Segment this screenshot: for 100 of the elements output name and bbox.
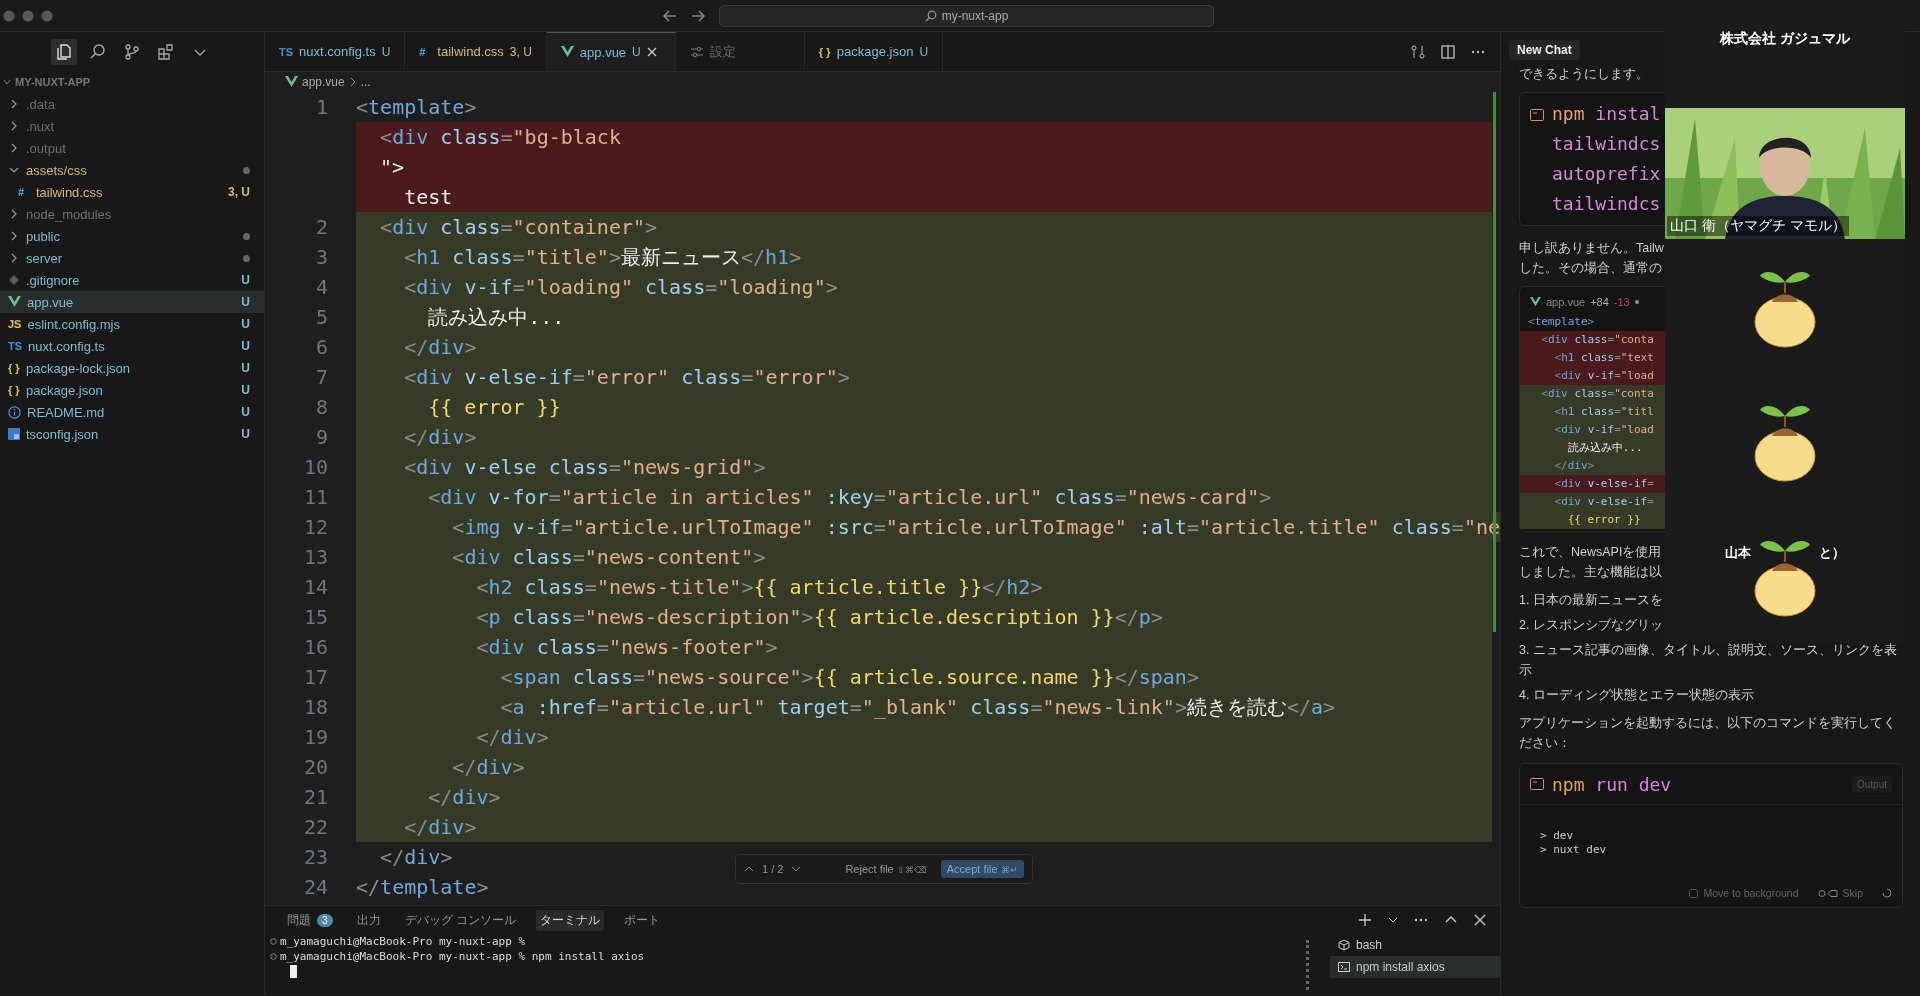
chat-text: した。その場合、通常の xyxy=(1519,260,1662,277)
caret-up-icon[interactable] xyxy=(744,865,754,873)
code-line: test xyxy=(403,184,453,211)
file-tree-item[interactable]: README.md U xyxy=(0,401,264,423)
file-tree-item[interactable]: tsconfig.json U xyxy=(0,423,264,445)
skip-keys-icon xyxy=(1817,888,1838,898)
close-icon[interactable] xyxy=(1474,914,1486,926)
panel-tab[interactable]: ターミナル xyxy=(535,909,604,931)
editor-tab[interactable]: 設定 xyxy=(675,32,805,71)
line-number: 6 xyxy=(315,335,328,359)
panel-tab[interactable]: 問題 3 xyxy=(283,909,337,931)
line-number: 16 xyxy=(303,635,328,659)
code-line: </template> xyxy=(356,874,489,901)
file-tree-item[interactable]: app.vue U xyxy=(0,291,264,313)
editor-tab[interactable]: { } package.json U xyxy=(804,32,944,71)
line-number: 10 xyxy=(303,455,328,479)
editor-tab[interactable]: # tailwind.css 3, U xyxy=(405,32,547,71)
code-line: <span class="news-source">{{ article.source.name }}</span> xyxy=(499,664,1199,691)
code-line: autoprefix xyxy=(1552,162,1661,186)
list-item: 3. ニュース記事の画像、タイトル、説明文、ソース、リンクを表示 xyxy=(1519,642,1898,679)
participant-name: 山本 xyxy=(1725,543,1751,562)
explorer-title: MY-NUXT-APP xyxy=(15,76,91,88)
panel-tab[interactable]: ポート xyxy=(619,909,664,931)
file-type-glyph: # xyxy=(18,186,26,198)
code-line: <div class="bg-black xyxy=(379,124,621,151)
command-decoration-icon xyxy=(270,938,277,945)
file-tree-item[interactable]: node_modules xyxy=(0,203,264,225)
chevron-down-icon[interactable] xyxy=(1388,915,1398,925)
terminal-item[interactable]: bash xyxy=(1330,934,1500,956)
breadcrumb-item[interactable]: app.vue xyxy=(302,75,345,89)
file-tree-item[interactable]: .nuxt xyxy=(0,115,264,137)
explorer-icon[interactable] xyxy=(51,39,77,65)
file-tree-item[interactable]: .gitignore U xyxy=(0,269,264,291)
file-tree-item[interactable]: JS eslint.config.mjs U xyxy=(0,313,264,335)
file-tree-item[interactable]: { } package-lock.json U xyxy=(0,357,264,379)
code-line: <div v-if="loading" class="loading"> xyxy=(403,274,838,301)
chat-text: これで、NewsAPIを使用 xyxy=(1519,544,1662,561)
terminal-item[interactable]: npm install axios xyxy=(1330,956,1500,978)
list-item: 1. 日本の最新ニュースを xyxy=(1519,592,1663,609)
file-tree-item[interactable]: server xyxy=(0,247,264,269)
search-field[interactable]: my-nuxt-app xyxy=(719,4,1214,27)
chat-tab[interactable]: New Chat xyxy=(1509,40,1580,60)
file-tree-item[interactable]: { } package.json U xyxy=(0,379,264,401)
code-line: <template> xyxy=(356,94,477,121)
code-line: <div v-else class="news-grid"> xyxy=(403,454,766,481)
code-line: <div class="news-content"> xyxy=(451,544,766,571)
line-number: 3 xyxy=(315,245,328,269)
split-editor-icon[interactable] xyxy=(1440,43,1456,60)
diff-counter: 1 / 2 xyxy=(762,863,784,875)
forward-arrow-icon[interactable] xyxy=(691,9,705,22)
chat-text: アプリケーションを起動するには、以下のコマンドを実行してください： xyxy=(1519,715,1897,752)
code-line: </div> xyxy=(427,784,501,811)
add-icon[interactable] xyxy=(1358,913,1372,927)
code-line: <div class="container"> xyxy=(379,214,658,241)
code-line: <h1 class="title">最新ニュース</h1> xyxy=(403,244,802,271)
chat-text: しました。主な機能は以 xyxy=(1519,564,1662,581)
file-tree-item[interactable]: public xyxy=(0,225,264,247)
chat-text: できるようにします。 xyxy=(1519,66,1649,83)
line-number: 23 xyxy=(303,845,328,869)
line-number: 5 xyxy=(315,305,328,329)
reject-file-button[interactable]: Reject file ⇧⌘⌫ xyxy=(839,860,933,878)
file-tree-item[interactable]: assets/css xyxy=(0,159,264,181)
cube-icon xyxy=(1338,939,1350,951)
terminal-cursor xyxy=(290,965,297,978)
added-count: +84 xyxy=(1590,296,1609,308)
caret-down-icon[interactable] xyxy=(791,865,802,873)
file-tree-item[interactable]: .output xyxy=(0,137,264,159)
panel-tab[interactable]: 出力 xyxy=(352,909,385,931)
terminal-icon xyxy=(1338,961,1350,973)
code-line: </div> xyxy=(403,814,477,841)
line-number: 9 xyxy=(315,425,328,449)
code-line: tailwindcs xyxy=(1552,132,1661,156)
close-icon[interactable] xyxy=(646,47,657,57)
editor-tab[interactable]: TS nuxt.config.ts U xyxy=(265,32,406,71)
line-number: 14 xyxy=(303,575,328,599)
search-icon xyxy=(924,9,937,22)
info-icon xyxy=(8,405,21,419)
file-tree-item[interactable]: TS nuxt.config.ts U xyxy=(0,335,264,357)
file-icon xyxy=(1530,297,1541,307)
list-item: 4. ローディング状態とエラー状態の表示 xyxy=(1519,687,1754,704)
code-line: </div> xyxy=(403,334,477,361)
editor-tab[interactable]: app.vue U xyxy=(546,32,676,71)
participant-name: と） xyxy=(1819,543,1845,562)
line-number: 22 xyxy=(303,815,328,839)
line-number: 12 xyxy=(303,515,328,539)
list-item: 2. レスポンシブなグリッ xyxy=(1519,617,1663,634)
code-line: </div> xyxy=(379,844,453,871)
chevron-right-icon xyxy=(348,77,357,87)
accept-file-button[interactable]: Accept file ⌘↵ xyxy=(940,860,1024,878)
file-tree-item[interactable]: # tailwind.css 3, U xyxy=(0,181,264,203)
panel-tab[interactable]: デバッグ コンソール xyxy=(400,909,520,931)
code-line: <div v-for="article in articles" :key="article.url" class="news-card"> xyxy=(427,484,1272,511)
breadcrumb-item[interactable]: ... xyxy=(360,75,371,89)
line-number: 17 xyxy=(303,665,328,689)
window-controls-icon[interactable] xyxy=(3,9,53,22)
back-arrow-icon[interactable] xyxy=(663,9,677,22)
code-line: </div> xyxy=(475,724,549,751)
diamond-icon xyxy=(8,274,20,286)
file-tree-item[interactable]: .data xyxy=(0,93,264,115)
line-number: 13 xyxy=(303,545,328,569)
